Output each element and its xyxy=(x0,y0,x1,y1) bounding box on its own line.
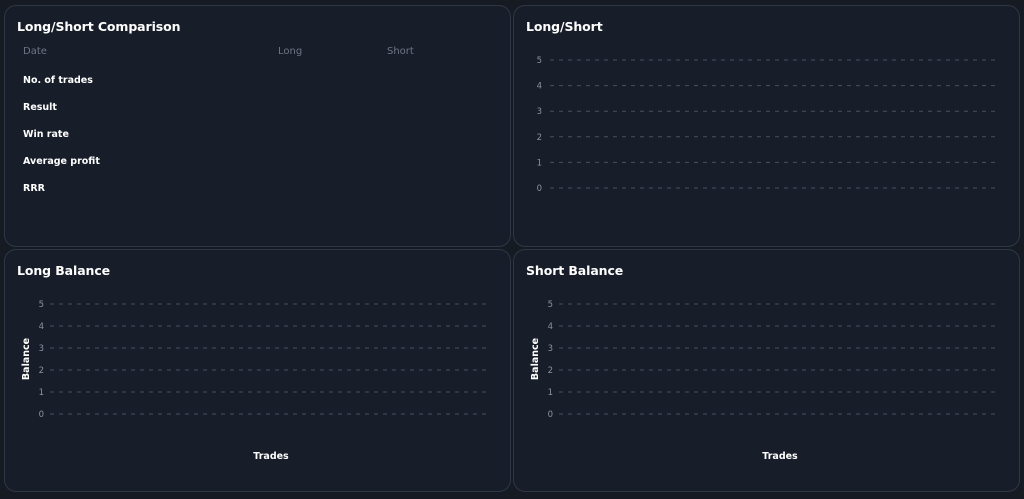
y-tick-label: 3 xyxy=(537,107,542,117)
long-balance-chart-panel: Long Balance 0 1 2 3 4 5 Balance Trades xyxy=(4,249,511,492)
date-column-header[interactable]: Date xyxy=(23,46,47,57)
long-balance-chart: 0 1 2 3 4 5 Balance Trades xyxy=(21,300,491,462)
short-balance-chart-panel: Short Balance 0 1 2 3 4 5 Balance Trades xyxy=(513,249,1020,492)
row-label-average-profit: Average profit xyxy=(23,156,100,167)
y-tick-label: 1 xyxy=(548,388,553,398)
y-tick-label: 0 xyxy=(39,410,44,420)
y-tick-label: 2 xyxy=(39,366,44,376)
y-tick-label: 3 xyxy=(39,344,44,354)
y-tick-label: 3 xyxy=(548,344,553,354)
y-tick-label: 1 xyxy=(537,158,542,168)
y-tick-label: 5 xyxy=(39,300,44,310)
y-tick-label: 0 xyxy=(548,410,553,420)
long-short-chart: 0 1 2 3 4 5 xyxy=(537,56,1000,194)
short-column-header[interactable]: Short xyxy=(387,46,414,57)
y-tick-label: 4 xyxy=(537,82,542,92)
y-tick-label: 5 xyxy=(548,300,553,310)
comparison-title: Long/Short Comparison xyxy=(17,19,181,34)
y-tick-label: 0 xyxy=(537,184,542,194)
y-tick-label: 2 xyxy=(548,366,553,376)
y-tick-label: 1 xyxy=(39,388,44,398)
x-axis-title: Trades xyxy=(253,451,289,462)
y-tick-label: 4 xyxy=(548,322,553,332)
row-label-trades: No. of trades xyxy=(23,75,93,86)
x-axis-title: Trades xyxy=(762,451,798,462)
row-label-rrr: RRR xyxy=(23,183,45,194)
y-tick-label: 4 xyxy=(39,322,44,332)
y-axis-title: Balance xyxy=(530,338,541,380)
row-label-result: Result xyxy=(23,102,57,113)
long-column-header[interactable]: Long xyxy=(278,46,302,57)
row-label-win-rate: Win rate xyxy=(23,129,69,140)
y-axis-title: Balance xyxy=(21,338,32,380)
y-tick-label: 5 xyxy=(537,56,542,66)
y-tick-label: 2 xyxy=(537,133,542,143)
long-short-comparison-panel: Long/Short Comparison Date Long Short No… xyxy=(4,5,511,247)
long-short-chart-panel: Long/Short 012345 xyxy=(513,5,1020,247)
short-balance-chart: 0 1 2 3 4 5 Balance Trades xyxy=(530,300,1000,462)
